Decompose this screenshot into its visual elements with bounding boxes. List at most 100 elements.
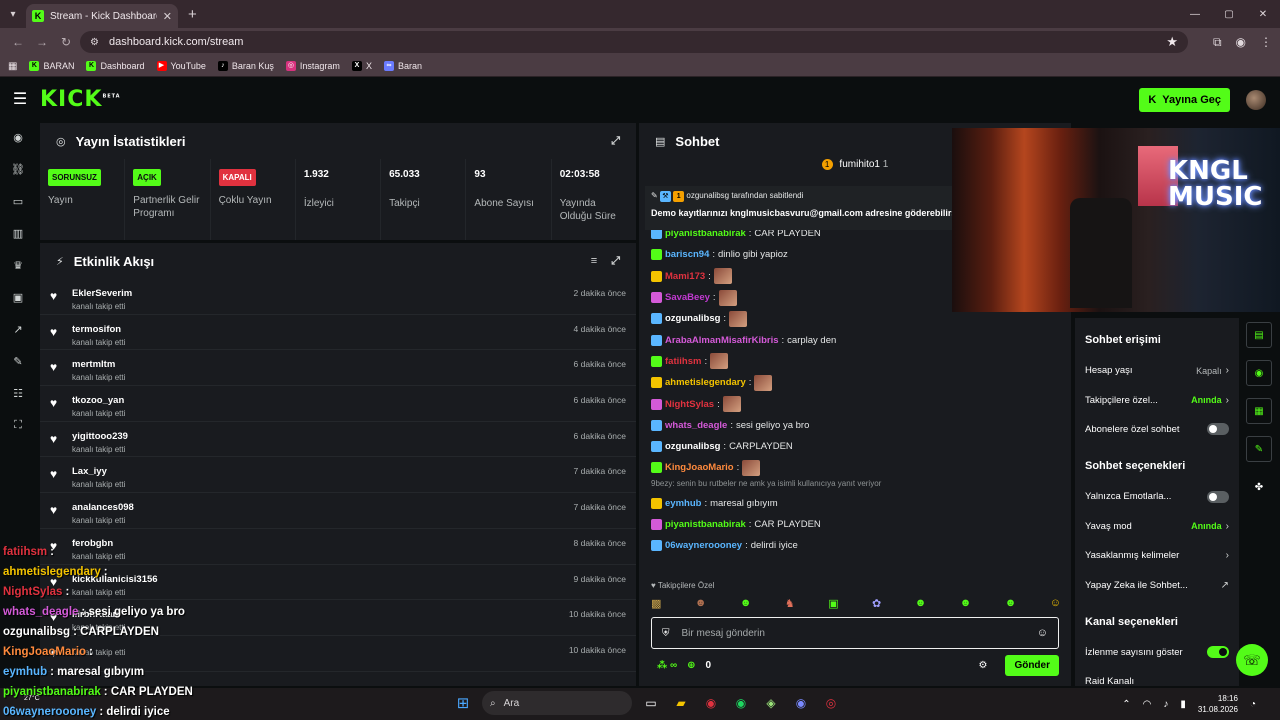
apps-icon[interactable]: ▦: [8, 61, 17, 72]
emote-icon[interactable]: ▣: [828, 597, 838, 610]
new-tab-icon[interactable]: +: [188, 6, 197, 23]
emoji-picker-icon[interactable]: ☺: [1037, 627, 1048, 639]
analytics-nav-icon[interactable]: ↗: [7, 321, 29, 337]
support-chat-button[interactable]: ☏: [1236, 644, 1268, 676]
list-item[interactable]: ♥ yigittooo239 kanalı takip etti 6 dakik…: [40, 422, 636, 458]
clock[interactable]: 18:16 31.08.2026: [1198, 693, 1238, 715]
list-item[interactable]: ♥ EklerSeverim kanalı takip etti 2 dakik…: [40, 279, 636, 315]
chat-username[interactable]: ArabaAlmanMisafirKibris: [665, 335, 779, 346]
chat-username[interactable]: piyanistbanabirak: [665, 519, 746, 530]
bot-nav-icon[interactable]: ⛶: [7, 417, 29, 433]
forward-icon[interactable]: →: [30, 35, 54, 49]
volume-icon[interactable]: ♪: [1163, 699, 1168, 710]
chat-username[interactable]: eymhub: [665, 498, 701, 509]
settings-row[interactable]: Hesap yaşı Kapalı ›: [1085, 356, 1229, 385]
notifications-icon[interactable]: ◔: [1250, 699, 1256, 710]
chat-message[interactable]: 06wayneroooney: delirdi iyice: [639, 535, 1071, 556]
chat-username[interactable]: bariscn94: [665, 249, 709, 260]
bookmark-instagram[interactable]: ◎ Instagram: [285, 61, 340, 71]
task-view-icon[interactable]: ▭: [640, 692, 662, 714]
stream-tool-icon[interactable]: ◉: [1246, 360, 1272, 386]
settings-row[interactable]: Takipçilere özel... Anında ›: [1085, 385, 1229, 414]
list-item[interactable]: ♥ mertmltm kanalı takip etti 6 dakika ön…: [40, 350, 636, 387]
hamburger-menu-icon[interactable]: ☰: [0, 89, 40, 109]
browser-menu-icon[interactable]: ⋮: [1260, 35, 1272, 49]
chat-message[interactable]: ArabaAlmanMisafirKibris: carplay den: [639, 329, 1071, 350]
chat-username[interactable]: 06wayneroooney: [665, 540, 742, 551]
site-info-icon[interactable]: ⚙: [90, 37, 99, 48]
emote-icon[interactable]: ☻: [960, 597, 972, 610]
apps-tool-icon[interactable]: ✤: [1246, 474, 1272, 500]
emote-icon[interactable]: ☻: [1005, 597, 1017, 610]
settings-row[interactable]: Yavaş mod Anında ›: [1085, 512, 1229, 541]
close-tab-icon[interactable]: ✕: [163, 10, 172, 23]
send-button[interactable]: Gönder: [1005, 654, 1059, 676]
list-item[interactable]: ♥ Lax_iyy kanalı takip etti 7 dakika önc…: [40, 457, 636, 494]
expand-icon[interactable]: ⤢: [611, 135, 620, 148]
tray-chevron-icon[interactable]: ⌃: [1122, 699, 1130, 710]
settings-row[interactable]: Yalnızca Emotlarla...: [1085, 482, 1229, 511]
link-nav-icon[interactable]: ⛓: [7, 161, 29, 177]
avatar[interactable]: [1246, 90, 1266, 110]
wifi-icon[interactable]: ◠: [1143, 699, 1152, 710]
chrome-icon[interactable]: ◉: [700, 692, 722, 714]
windows-start-icon[interactable]: ⊞: [452, 692, 474, 714]
bookmark-baran[interactable]: K BARAN: [29, 61, 74, 71]
bookmark-baran-2[interactable]: ∞ Baran: [383, 61, 422, 71]
taskbar-search[interactable]: ⌕ Ara: [482, 691, 632, 715]
settings-row[interactable]: İzlenme sayısını göster: [1085, 638, 1229, 667]
video-nav-icon[interactable]: ▣: [7, 289, 29, 305]
chat-input[interactable]: ⛨ Bir mesaj gönderin ☺: [651, 617, 1059, 649]
emote-icon[interactable]: ☻: [695, 597, 707, 610]
profile-icon[interactable]: ◉: [1236, 35, 1246, 49]
emote-icon[interactable]: ☻: [740, 597, 752, 610]
coin-icon[interactable]: ⊕: [687, 660, 695, 671]
expand-icon[interactable]: ⤢: [611, 255, 620, 268]
chat-message[interactable]: fatiihsm:: [639, 351, 1071, 372]
chat-message[interactable]: ahmetislegendary:: [639, 372, 1071, 393]
list-item[interactable]: ♥ analances098 kanalı takip etti 7 dakik…: [40, 493, 636, 529]
settings-row[interactable]: Yasaklanmış kelimeler ›: [1085, 541, 1229, 570]
close-window-icon[interactable]: ✕: [1246, 0, 1280, 28]
extensions-icon[interactable]: ⧉: [1213, 35, 1222, 50]
chat-settings-icon[interactable]: ⚙: [978, 660, 987, 671]
chat-username[interactable]: ozgunalibsg: [665, 441, 720, 452]
chat-message[interactable]: whats_deagle: sesi geliyo ya bro: [639, 415, 1071, 436]
browser-tab[interactable]: K Stream - Kick Dashboard ✕: [26, 4, 178, 28]
filter-icon[interactable]: ≡: [591, 255, 597, 268]
battery-icon[interactable]: ▮: [1180, 699, 1186, 710]
chat-username[interactable]: Mami173: [665, 271, 705, 282]
emote-icon[interactable]: ♞: [785, 597, 795, 610]
spotify-icon[interactable]: ◉: [730, 692, 752, 714]
chat-username[interactable]: ahmetislegendary: [665, 377, 746, 388]
discord-icon[interactable]: ◉: [790, 692, 812, 714]
wrench-nav-icon[interactable]: ✎: [7, 353, 29, 369]
emote-icon[interactable]: ✿: [872, 597, 881, 610]
calendar-tool-icon[interactable]: ▦: [1246, 398, 1272, 424]
chat-message[interactable]: NightSylas:: [639, 393, 1071, 414]
chat-message[interactable]: ozgunalibsg: CARPLAYDEN: [639, 436, 1071, 457]
settings-row[interactable]: Abonelere özel sohbet: [1085, 415, 1229, 444]
kick-points-icon[interactable]: ⁂ ∞: [657, 660, 677, 671]
toggle-switch[interactable]: [1207, 490, 1229, 503]
emote-icon[interactable]: ☻: [915, 597, 927, 610]
list-item[interactable]: ♥ termosifon kanalı takip etti 4 dakika …: [40, 315, 636, 351]
app-icon[interactable]: ◈: [760, 692, 782, 714]
go-live-button[interactable]: K Yayına Geç: [1139, 88, 1230, 112]
wrench-tool-icon[interactable]: ✎: [1246, 436, 1272, 462]
pinned-message[interactable]: ✎ ⚒ 1 ozgunalibsg tarafından sabitlendi …: [645, 186, 965, 230]
bookmark-dashboard[interactable]: K Dashboard: [86, 61, 145, 71]
reload-icon[interactable]: ↻: [54, 35, 78, 49]
chat-message[interactable]: piyanistbanabirak: CAR PLAYDEN: [639, 514, 1071, 535]
toggle-switch[interactable]: [1207, 646, 1229, 659]
omnibox[interactable]: ⚙ dashboard.kick.com/stream ★: [80, 31, 1188, 53]
back-icon[interactable]: ←: [6, 35, 30, 49]
toggle-switch[interactable]: [1207, 423, 1229, 436]
stream-nav-icon[interactable]: ◉: [7, 129, 29, 145]
chat-username[interactable]: ozgunalibsg: [665, 313, 720, 324]
bookmark-x[interactable]: XX: [351, 61, 372, 71]
chat-message[interactable]: eymhub: maresal gıbıyım: [639, 493, 1071, 514]
list-item[interactable]: ♥ tkozoo_yan kanalı takip etti 6 dakika …: [40, 386, 636, 422]
chat-message[interactable]: KingJoaoMario:: [639, 457, 1071, 478]
settings-row[interactable]: Yapay Zeka ile Sohbet... ↗: [1085, 570, 1229, 599]
